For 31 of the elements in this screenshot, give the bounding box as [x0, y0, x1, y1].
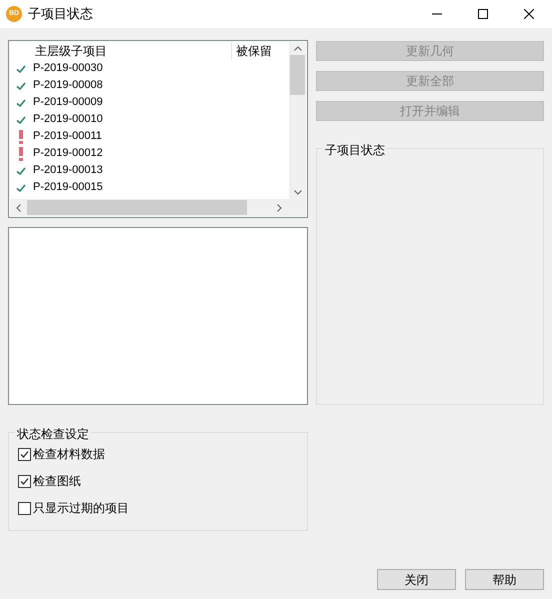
list-item[interactable]: P-2019-00030 — [32, 60, 103, 77]
list-item[interactable]: P-2019-00011 — [32, 128, 102, 145]
checkbox[interactable] — [18, 474, 31, 488]
checkbox[interactable] — [18, 448, 31, 460]
list-item[interactable]: P-2019-00015 — [32, 179, 103, 196]
maximize-icon — [478, 9, 488, 19]
dialog-button[interactable]: 关闭 — [377, 569, 456, 590]
group-title: 子项目状态 — [323, 141, 387, 159]
scroll-thumb[interactable] — [290, 55, 305, 95]
column-header[interactable]: 主层级子项目 — [32, 42, 232, 60]
scroll-left-icon[interactable] — [16, 204, 21, 212]
list-item[interactable]: P-2019-00009 — [32, 94, 103, 111]
scroll-thumb[interactable] — [27, 200, 247, 215]
list-item[interactable]: P-2019-00012 — [32, 145, 103, 162]
dialog-button[interactable]: 帮助 — [465, 569, 544, 590]
horizontal-scrollbar[interactable] — [10, 199, 306, 216]
checkbox-label[interactable]: 只显示过期的项目 — [33, 499, 129, 517]
vertical-scrollbar[interactable] — [289, 42, 306, 199]
checkbox[interactable] — [18, 502, 31, 514]
list-item[interactable]: P-2019-00010 — [32, 111, 103, 128]
checkbox-label[interactable]: 检查材料数据 — [33, 445, 105, 463]
checkbox-label[interactable]: 检查图纸 — [33, 472, 81, 490]
scroll-right-icon[interactable] — [277, 204, 282, 212]
scroll-up-icon[interactable] — [294, 46, 302, 51]
list-item[interactable]: P-2019-00008 — [32, 77, 103, 94]
list-item[interactable]: P-2019-00013 — [32, 162, 103, 179]
column-header[interactable]: 被保留 — [232, 42, 272, 60]
group-title: 状态检查设定 — [15, 425, 91, 443]
scroll-down-icon[interactable] — [294, 190, 302, 195]
close-icon — [524, 9, 534, 19]
window-title: 子项目状态 — [28, 5, 93, 24]
